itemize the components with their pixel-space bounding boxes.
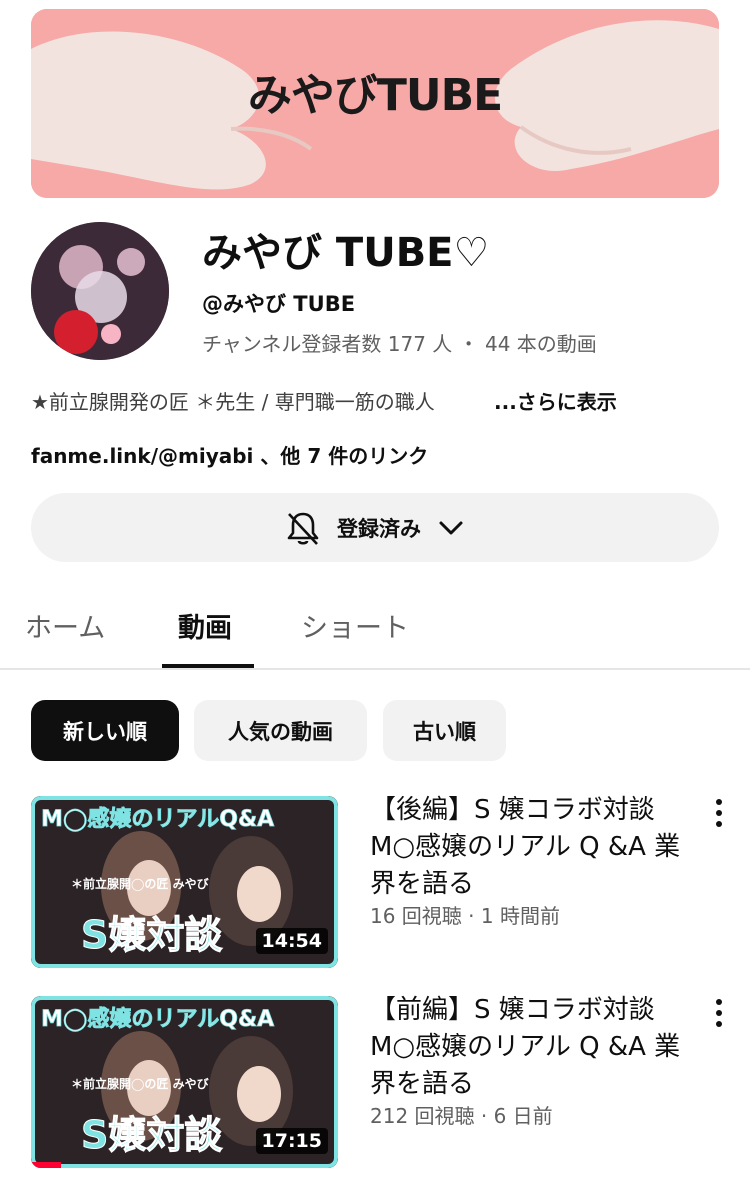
thumb-top-text: M◯感嬢のリアルQ&A [41,1006,274,1032]
avatar-image [31,222,169,360]
video-duration: 14:54 [255,928,328,954]
channel-name: みやび TUBE♡ [202,230,490,276]
channel-stats: チャンネル登録者数 177 人 ・ 44 本の動画 [202,332,597,356]
chevron-down-icon [439,521,463,534]
video-duration: 17:15 [255,1128,328,1154]
video-meta: 16 回視聴 · 1 時間前 [370,904,560,928]
thumb-top-text: M◯感嬢のリアルQ&A [41,806,274,832]
thumb-label-left: ＊前立腺開◯の匠 みやび [71,876,210,891]
tab-shorts[interactable]: ショート [301,606,409,645]
more-options-icon[interactable] [707,798,731,828]
show-more-link[interactable]: ...さらに表示 [494,386,617,415]
video-item[interactable]: M◯感嬢のリアルQ&A ＊前立腺開◯の匠 みやび S嬢対談 17:15 【前編】… [31,995,750,1168]
tab-home[interactable]: ホーム [25,606,105,645]
video-meta: 212 回視聴 · 6 日前 [370,1104,553,1128]
video-thumbnail[interactable]: M◯感嬢のリアルQ&A ＊前立腺開◯の匠 みやび S嬢対談 14:54 [31,796,338,968]
channel-avatar[interactable] [31,222,169,360]
video-thumbnail[interactable]: M◯感嬢のリアルQ&A ＊前立腺開◯の匠 みやび S嬢対談 17:15 [31,996,338,1168]
chip-popular[interactable]: 人気の動画 [194,700,367,761]
subscribed-button[interactable]: 登録済み [31,493,719,562]
thumb-bottom-text: S嬢対談 [81,1113,222,1157]
banner-title: みやびTUBE [247,70,503,121]
active-tab-indicator [162,664,254,668]
subscribed-label: 登録済み [337,516,421,541]
video-title[interactable]: 【後編】S 嬢コラボ対談 M○感嬢のリアル Q &A 業界を語る [370,792,700,903]
chip-oldest[interactable]: 古い順 [383,700,506,761]
channel-links[interactable]: fanme.link/@miyabi 、他 7 件のリンク [31,440,428,469]
thumb-label-left: ＊前立腺開◯の匠 みやび [71,1076,210,1091]
channel-handle: @みやび TUBE [202,292,356,316]
bell-off-icon [287,512,319,545]
thumb-bottom-text: S嬢対談 [81,913,222,957]
channel-banner: みやびTUBE [31,9,719,198]
channel-tabs: ホーム 動画 ショート [0,596,750,670]
video-item[interactable]: M◯感嬢のリアルQ&A ＊前立腺開◯の匠 みやび S嬢対談 14:54 【後編】… [31,795,750,968]
tab-videos[interactable]: 動画 [178,606,232,645]
more-options-icon[interactable] [707,998,731,1028]
video-title[interactable]: 【前編】S 嬢コラボ対談 M○感嬢のリアル Q &A 業界を語る [370,992,700,1103]
chip-newest[interactable]: 新しい順 [31,700,179,761]
channel-description[interactable]: ★前立腺開発の匠 ＊先生 / 専門職一筋の職人 [31,386,435,415]
